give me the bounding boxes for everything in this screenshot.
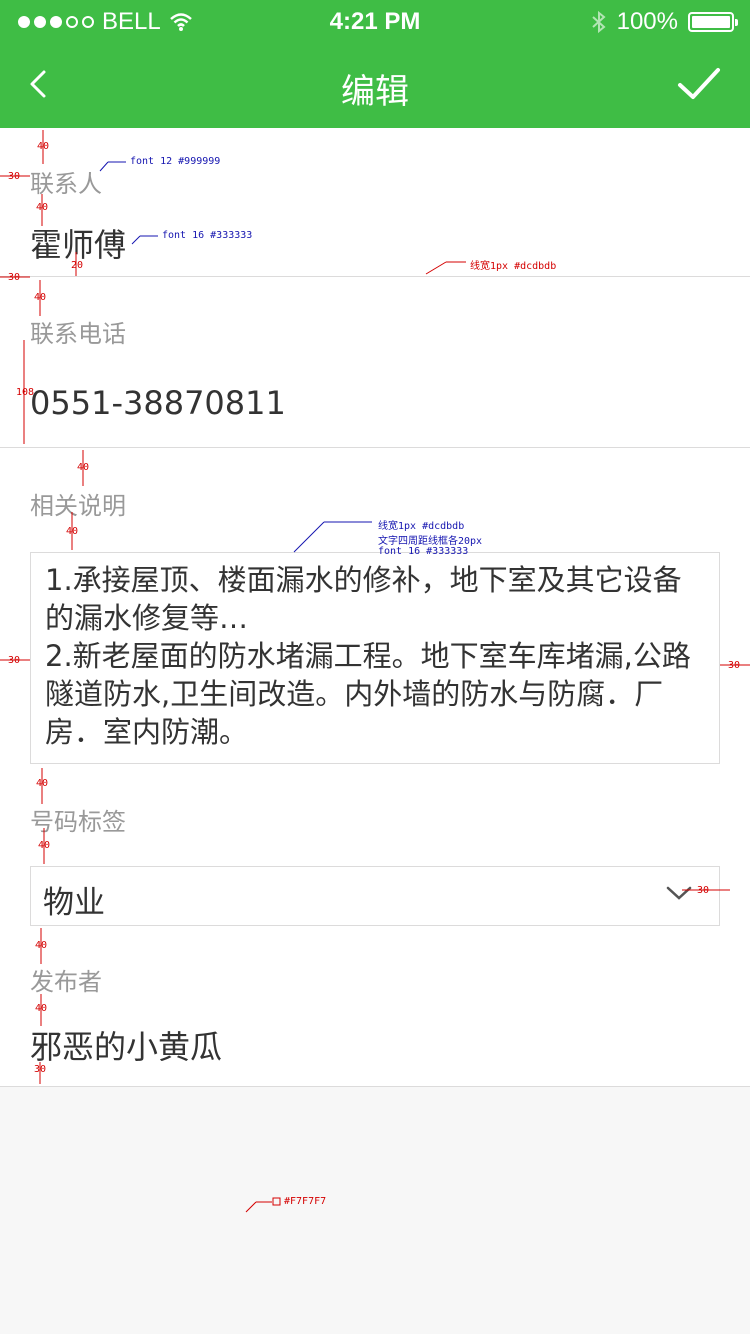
spacing-label: 40 [34, 292, 47, 303]
spacing-label: 40 [36, 202, 49, 213]
description-label: 相关说明 [30, 492, 126, 520]
spacing-label: 40 [36, 778, 49, 789]
publisher-label: 发布者 [30, 968, 102, 996]
spacing-label: 40 [37, 141, 50, 152]
status-bar: BELL 4:21 PM 100% [0, 0, 750, 44]
spacing-label: 40 [35, 940, 48, 951]
bluetooth-icon [591, 10, 606, 34]
phone-label: 联系电话 [30, 320, 126, 348]
spacing-label: 30 [34, 1064, 47, 1075]
spacing-label: 40 [38, 840, 51, 851]
divider [0, 447, 750, 448]
spacing-label: 30 [8, 171, 21, 182]
tag-selected-value: 物业 [43, 885, 105, 921]
box-spec-note-2: 文字四周距线框各20px [378, 536, 483, 547]
box-spec-note-3: font 16 #333333 [378, 546, 469, 557]
description-textarea[interactable]: 1.承接屋顶、楼面漏水的修补，地下室及其它设备的漏水修复等… 2.新老屋面的防水… [30, 552, 720, 764]
spacing-label: 30 [697, 885, 710, 896]
line-spec-note: 线宽1px #dcdbdb [470, 261, 557, 272]
phone-value[interactable]: 0551-38870811 [30, 384, 286, 422]
tag-label: 号码标签 [30, 808, 126, 836]
spacing-label: 40 [66, 526, 79, 537]
publisher-value: 邪恶的小黄瓜 [30, 1028, 223, 1066]
spacing-label: 30 [8, 272, 21, 283]
spacing-label: 108 [16, 387, 35, 398]
battery-percent: 100% [616, 8, 678, 35]
spacing-label: 20 [71, 260, 84, 271]
spacing-label: 30 [8, 655, 21, 666]
box-spec-note-1: 线宽1px #dcdbdb [378, 521, 465, 532]
divider [0, 276, 750, 277]
page-title: 编辑 [341, 72, 409, 112]
contact-label: 联系人 [30, 170, 102, 198]
background-color-note: #F7F7F7 [284, 1196, 327, 1207]
edit-form: 联系人 霍师傅 联系电话 0551-38870811 相关说明 1.承接屋顶、楼… [0, 128, 750, 1087]
spacing-label: 30 [728, 660, 741, 671]
value-font-note: font 16 #333333 [162, 230, 253, 241]
spacing-label: 40 [35, 1003, 48, 1014]
label-font-note: font 12 #999999 [130, 156, 221, 167]
battery-icon [688, 12, 738, 32]
nav-bar: 编辑 [0, 44, 750, 128]
checkmark-icon[interactable] [676, 64, 722, 104]
chevron-down-icon [666, 886, 692, 900]
status-right: 100% [591, 8, 738, 36]
spacing-label: 40 [77, 462, 90, 473]
tag-select[interactable]: 物业 [30, 866, 720, 926]
